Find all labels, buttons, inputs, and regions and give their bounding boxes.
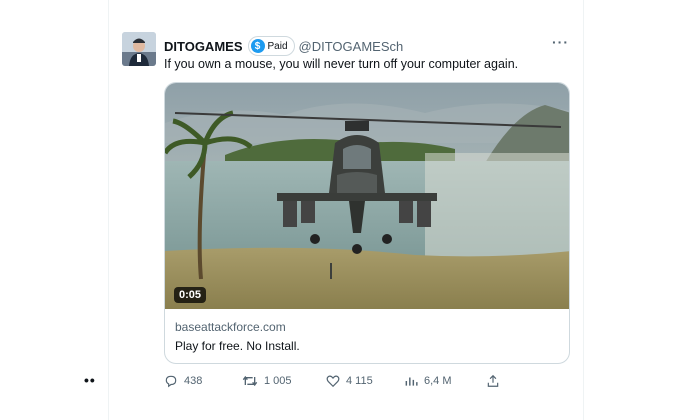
reply-count: 438 <box>184 375 203 387</box>
heart-icon <box>326 375 340 388</box>
link-card[interactable]: 0:05 baseattackforce.com Play for free. … <box>164 82 570 364</box>
like-button[interactable]: 4 115 <box>326 374 373 388</box>
dollar-coin-icon: $ <box>250 39 265 53</box>
reply-icon <box>165 375 177 388</box>
tweet-text: If you own a mouse, you will never turn … <box>164 57 519 71</box>
timeline-left-border <box>108 0 109 420</box>
author-name[interactable]: DITOGAMES <box>164 39 243 54</box>
share-button[interactable] <box>486 374 506 388</box>
timeline-right-border <box>583 0 584 420</box>
retweet-count: 1 005 <box>264 375 292 387</box>
author-handle[interactable]: @DITOGAMESch <box>299 39 404 54</box>
card-domain[interactable]: baseattackforce.com <box>175 320 286 334</box>
retweet-icon <box>242 375 258 387</box>
video-duration: 0:05 <box>174 287 207 303</box>
share-icon <box>487 374 499 387</box>
retweet-button[interactable]: 1 005 <box>242 374 292 388</box>
view-count: 6,4 M <box>424 375 452 387</box>
more-horizontal-icon[interactable]: ··· <box>552 34 569 50</box>
more-dots-icon[interactable]: •• <box>84 372 96 388</box>
video-thumbnail[interactable]: 0:05 <box>165 83 569 309</box>
paid-badge[interactable]: $ Paid <box>247 36 295 56</box>
avatar[interactable] <box>122 32 156 66</box>
card-title[interactable]: Play for free. No Install. <box>175 339 300 353</box>
like-count: 4 115 <box>346 375 373 387</box>
paid-badge-label: Paid <box>267 40 288 52</box>
bar-chart-icon <box>405 377 418 386</box>
tweet-header: DITOGAMES $ Paid @DITOGAMESch <box>164 36 403 56</box>
views-button[interactable]: 6,4 M <box>404 374 452 388</box>
reply-button[interactable]: 438 <box>164 374 202 388</box>
tweet-actions: 438 1 005 4 115 6,4 M <box>164 374 564 390</box>
